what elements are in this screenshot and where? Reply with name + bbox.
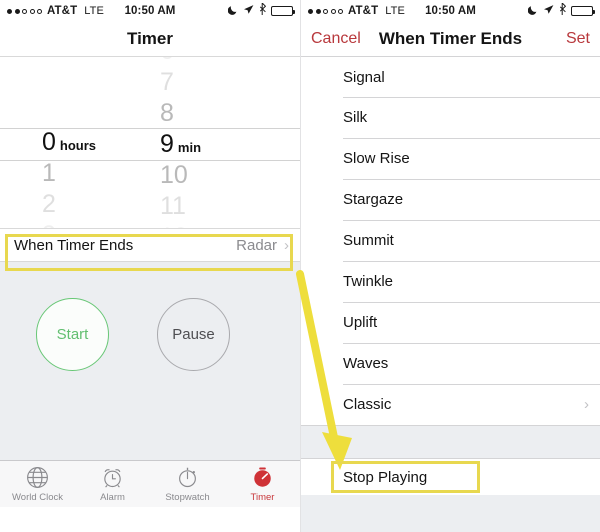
status-bar-carrier-group: AT&T LTE bbox=[7, 5, 104, 17]
dual-screenshot: AT&T LTE 10:50 AM Timer 0 hours 1 2 7 8 … bbox=[0, 0, 600, 532]
tab-label: Timer bbox=[250, 492, 275, 503]
tab-label: Stopwatch bbox=[165, 492, 210, 503]
pause-button-label: Pause bbox=[172, 326, 215, 343]
hours-unit-label: hours bbox=[59, 138, 97, 153]
moon-icon bbox=[227, 4, 238, 19]
sound-label: Summit bbox=[343, 232, 394, 249]
when-timer-ends-label: When Timer Ends bbox=[14, 236, 134, 254]
stop-playing-label: Stop Playing bbox=[343, 468, 428, 486]
list-item[interactable]: Twinkle bbox=[301, 261, 600, 302]
set-button[interactable]: Set bbox=[566, 30, 590, 48]
page-title: When Timer Ends bbox=[378, 29, 523, 48]
left-panel-timer: AT&T LTE 10:50 AM Timer 0 hours 1 2 7 8 … bbox=[0, 0, 300, 532]
hours-row[interactable]: 2 bbox=[42, 190, 150, 221]
start-button-label: Start bbox=[56, 326, 89, 343]
status-bar-carrier-group: AT&T LTE bbox=[308, 5, 405, 17]
minutes-row[interactable]: 8 bbox=[160, 99, 300, 130]
pause-button[interactable]: Pause bbox=[157, 298, 230, 371]
sound-label: Uplift bbox=[343, 314, 378, 331]
minutes-unit-label: min bbox=[177, 140, 202, 155]
tab-bar: World Clock Alarm Stopwatch Timer bbox=[0, 460, 300, 507]
nav-bar-right: Cancel When Timer Ends Set bbox=[301, 22, 600, 56]
right-panel-sound-picker: AT&T LTE 10:50 AM Cancel When Timer Ends bbox=[300, 0, 600, 532]
location-arrow-icon bbox=[243, 4, 254, 19]
moon-icon bbox=[527, 4, 538, 19]
tab-label: World Clock bbox=[11, 492, 64, 503]
location-arrow-icon bbox=[543, 4, 554, 19]
minutes-row[interactable]: 7 bbox=[160, 68, 300, 99]
chevron-right-icon: › bbox=[284, 236, 289, 254]
status-bar-right: AT&T LTE 10:50 AM bbox=[301, 0, 600, 22]
network-type: LTE bbox=[84, 5, 104, 17]
signal-strength-dots bbox=[7, 8, 42, 14]
list-item[interactable]: Summit bbox=[301, 220, 600, 261]
list-item[interactable]: Stargaze bbox=[301, 179, 600, 220]
signal-strength-dots bbox=[308, 8, 343, 14]
carrier-name: AT&T bbox=[47, 5, 78, 17]
sound-label: Signal bbox=[343, 68, 385, 86]
list-item[interactable]: Waves bbox=[301, 343, 600, 384]
hours-selected-row: 0 hours bbox=[42, 128, 97, 156]
tab-label: Alarm bbox=[100, 492, 125, 503]
status-bar-icons bbox=[527, 2, 595, 19]
alarm-clock-icon bbox=[101, 465, 124, 489]
globe-icon bbox=[26, 465, 49, 489]
tab-world-clock[interactable]: World Clock bbox=[0, 465, 75, 503]
right-panel-spacer bbox=[301, 495, 600, 532]
sound-label: Slow Rise bbox=[343, 150, 410, 167]
minutes-row[interactable]: 10 bbox=[160, 161, 300, 192]
list-item[interactable]: Signal bbox=[301, 56, 600, 97]
status-bar-left: AT&T LTE 10:50 AM bbox=[0, 0, 300, 22]
bluetooth-icon bbox=[259, 2, 267, 19]
tab-stopwatch[interactable]: Stopwatch bbox=[150, 465, 225, 503]
stopwatch-icon bbox=[176, 465, 199, 489]
list-item[interactable]: Uplift bbox=[301, 302, 600, 343]
minutes-picker-column[interactable]: 6 7 8 9min 10 11 12 bbox=[150, 57, 300, 228]
bluetooth-icon bbox=[559, 2, 567, 19]
tab-timer[interactable]: Timer bbox=[225, 465, 300, 503]
cancel-button[interactable]: Cancel bbox=[311, 30, 361, 48]
minutes-row[interactable]: 6 bbox=[160, 57, 300, 68]
when-timer-ends-value: Radar bbox=[236, 236, 277, 254]
hours-picker-column[interactable]: 0hours 1 2 3 bbox=[0, 57, 150, 228]
carrier-name: AT&T bbox=[348, 5, 379, 17]
status-bar-icons bbox=[227, 2, 295, 19]
stop-playing-row[interactable]: Stop Playing bbox=[301, 459, 600, 495]
left-panel-spacer bbox=[0, 407, 300, 460]
sound-label: Silk bbox=[343, 109, 368, 126]
network-type: LTE bbox=[385, 5, 405, 17]
minutes-selected-row: 9 min bbox=[160, 130, 202, 158]
sound-label: Classic bbox=[343, 396, 392, 413]
nav-bar-left: Timer bbox=[0, 22, 300, 56]
hours-row[interactable]: 3 bbox=[42, 221, 150, 228]
list-item-classic[interactable]: Classic › bbox=[301, 384, 600, 425]
hours-row[interactable]: 1 bbox=[42, 159, 150, 190]
battery-icon bbox=[271, 6, 295, 16]
chevron-right-icon: › bbox=[584, 396, 589, 413]
minutes-row[interactable]: 12 bbox=[160, 223, 300, 228]
sound-label: Twinkle bbox=[343, 273, 394, 290]
timer-controls: Start Pause bbox=[0, 262, 300, 407]
when-timer-ends-row[interactable]: When Timer Ends Radar › bbox=[0, 228, 300, 262]
list-item[interactable]: Slow Rise bbox=[301, 138, 600, 179]
tab-alarm[interactable]: Alarm bbox=[75, 465, 150, 503]
timer-icon bbox=[251, 465, 274, 489]
sound-label: Waves bbox=[343, 355, 389, 372]
battery-icon bbox=[571, 6, 595, 16]
duration-picker[interactable]: 0hours 1 2 3 6 7 8 9min bbox=[0, 56, 300, 228]
minutes-row[interactable]: 11 bbox=[160, 192, 300, 223]
list-section-gap bbox=[301, 425, 600, 459]
list-item[interactable]: Silk bbox=[301, 97, 600, 138]
start-button[interactable]: Start bbox=[36, 298, 109, 371]
sound-label: Stargaze bbox=[343, 191, 404, 208]
sound-list: Signal Silk Slow Rise Stargaze Summit Tw… bbox=[301, 56, 600, 425]
page-title: Timer bbox=[127, 29, 173, 48]
